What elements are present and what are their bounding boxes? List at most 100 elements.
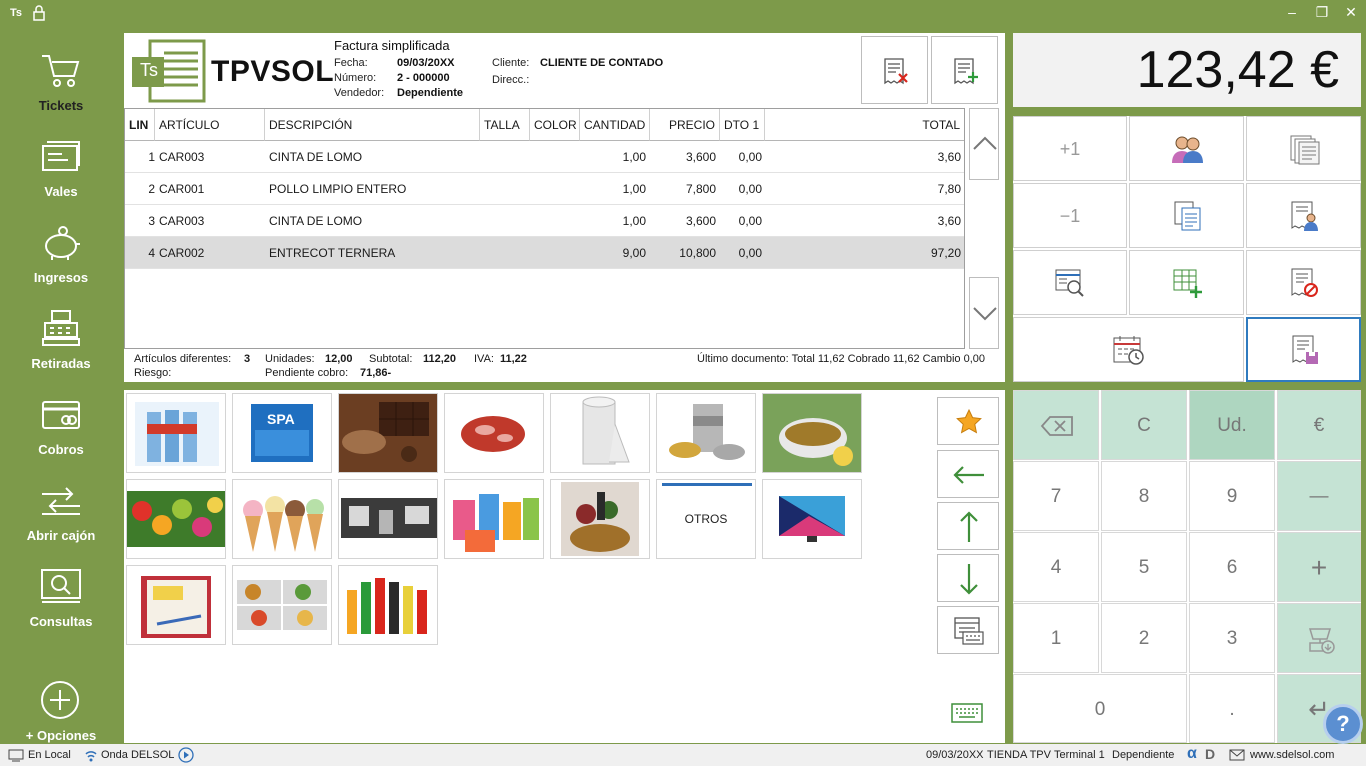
product-tile-water-bottles[interactable] (126, 393, 226, 473)
sidebar-label: Abrir cajón (26, 528, 96, 543)
col-header-precio[interactable]: PRECIO (650, 109, 720, 141)
back-button[interactable] (937, 450, 999, 498)
cell-precio: 7,800 (685, 182, 716, 196)
key-6[interactable]: 6 (1189, 532, 1275, 602)
cancel-document-button[interactable] (861, 36, 928, 104)
copy-documents-button[interactable] (1129, 183, 1244, 248)
decimal-key[interactable]: . (1189, 674, 1275, 743)
alpha-icon[interactable]: α (1187, 745, 1197, 763)
close-button[interactable]: ✕ (1341, 4, 1361, 20)
euro-key[interactable]: € (1277, 390, 1361, 460)
col-header-articulo[interactable]: ARTÍCULO (155, 109, 265, 141)
sidebar-item-cobros[interactable]: Cobros (0, 382, 122, 468)
key-7[interactable]: 7 (1013, 461, 1099, 531)
document-save-icon (1292, 335, 1318, 364)
add-line-button[interactable] (1129, 250, 1244, 315)
col-header-total[interactable]: TOTAL (765, 109, 964, 141)
category-otros-tile[interactable]: OTROS (656, 479, 756, 559)
sidebar-item-retiradas[interactable]: Retiradas (0, 296, 122, 382)
page-down-button[interactable] (937, 554, 999, 602)
scale-key[interactable] (1277, 603, 1361, 673)
product-tile-fruits[interactable] (126, 479, 226, 559)
table-row[interactable]: 4 CAR002 ENTRECOT TERNERA 9,00 10,800 0,00 97,… (125, 237, 964, 269)
table-row[interactable]: 3 CAR003 CINTA DE LOMO 1,00 3,600 0,00 3,60 (125, 205, 964, 237)
col-header-descripcion[interactable]: DESCRIPCIÓN (265, 109, 480, 141)
product-tile-televisions[interactable] (762, 479, 862, 559)
product-tile-chocolate[interactable] (338, 393, 438, 473)
arrow-down-icon (960, 564, 978, 595)
table-row[interactable]: 1 CAR003 CINTA DE LOMO 1,00 3,600 0,00 3,60 (125, 141, 964, 173)
sidebar-item-ingresos[interactable]: Ingresos (0, 210, 122, 296)
key-4[interactable]: 4 (1013, 532, 1099, 602)
minus-one-button[interactable]: −1 (1013, 183, 1127, 248)
product-tile-spa-water[interactable]: SPA (232, 393, 332, 473)
cell-precio: 10,800 (679, 246, 716, 260)
product-tile-tea[interactable] (762, 393, 862, 473)
lock-icon[interactable] (32, 5, 46, 21)
key-9[interactable]: 9 (1189, 461, 1275, 531)
backspace-key[interactable] (1013, 390, 1099, 460)
key-0[interactable]: 0 (1013, 674, 1187, 743)
col-header-dto[interactable]: DTO 1 (720, 109, 765, 141)
scroll-down-button[interactable] (969, 277, 999, 349)
product-tile-meat[interactable] (444, 393, 544, 473)
product-tile-food-trays[interactable] (232, 565, 332, 645)
col-header-color[interactable]: COLOR (530, 109, 580, 141)
col-header-lin[interactable]: LIN (125, 109, 155, 141)
sidebar-label: Consultas (29, 614, 93, 629)
minus-key[interactable]: — (1277, 461, 1361, 531)
delsol-d-icon[interactable]: D (1205, 746, 1215, 762)
sidebar-item-abrir-cajon[interactable]: Abrir cajón (0, 468, 122, 554)
scroll-up-button[interactable] (969, 108, 999, 180)
customer-button[interactable] (1129, 116, 1244, 181)
product-tile-coffee-machine[interactable] (338, 479, 438, 559)
product-tile-notebook[interactable] (126, 565, 226, 645)
website-link[interactable]: www.sdelsol.com (1250, 749, 1334, 761)
sidebar-item-vales[interactable]: Vales (0, 124, 122, 210)
key-5[interactable]: 5 (1101, 532, 1187, 602)
key-1[interactable]: 1 (1013, 603, 1099, 673)
product-tile-gift-basket[interactable] (550, 479, 650, 559)
sidebar-item-consultas[interactable]: Consultas (0, 554, 122, 640)
piggy-bank-icon (45, 226, 80, 260)
sidebar-item-tickets[interactable]: Tickets (0, 38, 122, 124)
customer-document-button[interactable] (1246, 183, 1361, 248)
clear-key[interactable]: C (1101, 390, 1187, 460)
product-tile-ice-cream[interactable] (232, 479, 332, 559)
key-8[interactable]: 8 (1101, 461, 1187, 531)
cell-articulo: CAR003 (159, 150, 205, 164)
table-row[interactable]: 2 CAR001 POLLO LIMPIO ENTERO 1,00 7,800 0,00 7… (125, 173, 964, 205)
favorites-button[interactable] (937, 397, 999, 445)
scheduled-documents-button[interactable] (1013, 317, 1244, 382)
calculator-keyboard-button[interactable] (937, 606, 999, 654)
play-icon[interactable] (178, 747, 194, 763)
cell-cantidad: 1,00 (622, 182, 646, 196)
save-document-button[interactable] (1246, 317, 1361, 382)
void-document-button[interactable] (1246, 250, 1361, 315)
product-tile-tin-cans[interactable] (656, 393, 756, 473)
plus-key[interactable]: + (1277, 532, 1361, 602)
restore-button[interactable]: ❐ (1312, 4, 1332, 20)
sidebar-item-opciones[interactable]: + Opciones (0, 668, 122, 754)
help-icon[interactable]: ? (1323, 704, 1363, 744)
product-tile-cleaning-products[interactable] (444, 479, 544, 559)
key-2[interactable]: 2 (1101, 603, 1187, 673)
cliente-value[interactable]: CLIENTE DE CONTADO (540, 57, 663, 69)
unit-key[interactable]: Ud. (1189, 390, 1275, 460)
new-document-button[interactable] (931, 36, 998, 104)
cliente-label: Cliente: (492, 57, 530, 69)
key-3[interactable]: 3 (1189, 603, 1275, 673)
plus-one-button[interactable]: +1 (1013, 116, 1127, 181)
mail-icon[interactable] (1229, 749, 1245, 761)
minimize-button[interactable]: – (1282, 4, 1302, 20)
keyboard-icon[interactable] (951, 702, 983, 724)
col-header-cantidad[interactable]: CANTIDAD (580, 109, 650, 141)
cell-descripcion: CINTA DE LOMO (269, 214, 363, 228)
page-up-button[interactable] (937, 502, 999, 550)
product-tile-paper-roll[interactable] (550, 393, 650, 473)
product-tile-soft-drinks[interactable] (338, 565, 438, 645)
vendedor-value[interactable]: Dependiente (397, 87, 463, 99)
documents-stack-button[interactable] (1246, 116, 1361, 181)
col-header-talla[interactable]: TALLA (480, 109, 530, 141)
search-document-button[interactable] (1013, 250, 1127, 315)
